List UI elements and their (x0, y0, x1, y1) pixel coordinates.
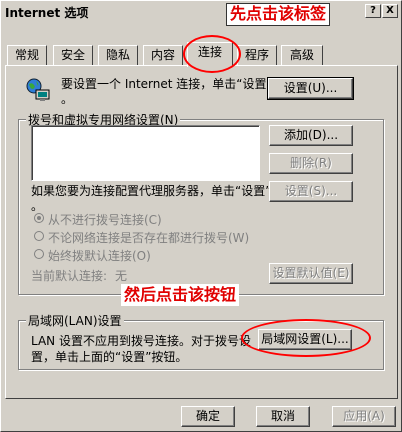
tab-programs[interactable]: 程序 (237, 45, 277, 65)
annotation-top: 先点击该标签 (226, 3, 331, 26)
tab-general[interactable]: 常规 (7, 45, 47, 65)
tab-advanced[interactable]: 高级 (281, 45, 323, 65)
tab-content[interactable]: 内容 (143, 45, 183, 65)
internet-options-window: Internet 选项 ? X 先点击该标签 常规 安全 隐私 内容 连接 程序… (0, 0, 402, 432)
cancel-button[interactable]: 取消 (256, 406, 310, 427)
network-globe-icon (25, 77, 51, 103)
set-default-button[interactable]: 设置默认值(E) (269, 263, 353, 284)
highlight-ellipse-tab (183, 35, 241, 73)
radio-always-dial[interactable] (34, 249, 44, 259)
dialup-settings-button[interactable]: 设置(S)... (269, 181, 353, 202)
add-button[interactable]: 添加(D)... (269, 125, 353, 146)
setup-description-end: 。 (61, 92, 74, 106)
apply-button[interactable]: 应用(A) (332, 406, 396, 427)
lan-group-label: 局域网(LAN)设置 (26, 312, 124, 329)
radio-always-dial-label: 始终拨默认连接(O) (48, 249, 151, 263)
proxy-description-end: 。 (31, 199, 44, 213)
connections-listbox[interactable] (31, 125, 260, 181)
radio-dial-when-no-network[interactable] (34, 231, 44, 241)
lan-description-line1: LAN 设置不应用到拨号连接。对于拨号设 (31, 334, 251, 348)
proxy-description: 如果您要为连接配置代理服务器，单击“设置” (31, 184, 272, 198)
radio-never-dial[interactable] (34, 213, 44, 223)
current-default-label: 当前默认连接: (31, 269, 108, 283)
help-button[interactable]: ? (365, 4, 381, 18)
lan-description-line2: 置，单击上面的“设置”按钮。 (31, 350, 188, 364)
ok-button[interactable]: 确定 (181, 406, 235, 427)
delete-button[interactable]: 删除(R) (269, 153, 353, 174)
highlight-ellipse-lan (241, 319, 371, 357)
window-title: Internet 选项 (5, 6, 89, 20)
close-button[interactable]: X (382, 4, 398, 18)
current-default-value: 无 (115, 269, 128, 283)
title-bar: Internet 选项 ? X (1, 1, 401, 22)
tab-security[interactable]: 安全 (53, 45, 93, 65)
setup-description: 要设置一个 Internet 连接，单击“设置” (61, 77, 273, 91)
radio-dial-when-no-network-label: 不论网络连接是否存在都进行拨号(W) (48, 231, 250, 245)
radio-never-dial-label: 从不进行拨号连接(C) (48, 213, 162, 227)
annotation-bottom: 然后点击该按钮 (121, 284, 240, 306)
tab-privacy[interactable]: 隐私 (98, 45, 138, 65)
setup-button[interactable]: 设置(U)... (267, 77, 354, 100)
